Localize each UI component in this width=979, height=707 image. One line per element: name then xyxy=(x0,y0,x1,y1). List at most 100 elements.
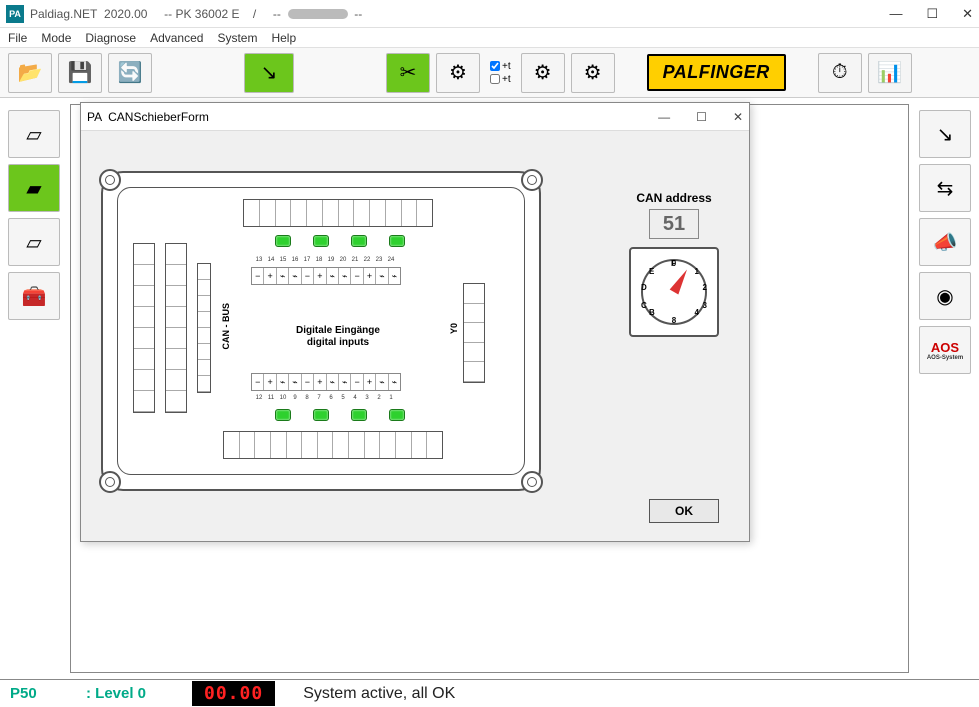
module-gray-button[interactable]: ▱ xyxy=(8,218,60,266)
close-button[interactable]: ✕ xyxy=(962,6,973,22)
config1-icon: ⚙ xyxy=(534,60,552,85)
module-green-button[interactable]: ▰ xyxy=(8,164,60,212)
bottom-symbol-row: −+⌁⌁−+⌁⌁−+⌁⌁ xyxy=(251,373,401,391)
menu-mode[interactable]: Mode xyxy=(41,31,71,45)
gear-pair-icon: ⚙ xyxy=(449,60,467,85)
left-toolbar: ▱ ▰ ▱ 🧰 xyxy=(4,110,64,320)
chart-button[interactable]: 📊 xyxy=(868,53,912,93)
status-level: : Level 0 xyxy=(86,685,176,702)
module-yellow-button[interactable]: ▱ xyxy=(8,110,60,158)
chk2-input[interactable] xyxy=(490,74,500,84)
toolbox-button[interactable]: 🧰 xyxy=(8,272,60,320)
rotary-mark: 2 xyxy=(703,283,707,292)
dialog-minimize-button[interactable]: — xyxy=(658,110,670,124)
module-gray-icon: ▱ xyxy=(26,230,41,255)
gear-pair-button[interactable]: ⚙ xyxy=(436,53,480,93)
rotary-switch[interactable]: 0 1 2 3 4 8 B C D E F xyxy=(629,247,719,337)
chk-plus-t-1[interactable]: +t xyxy=(490,61,511,72)
dialog-close-button[interactable]: ✕ xyxy=(733,110,743,124)
folder-icon: 📂 xyxy=(18,60,43,85)
config2-button[interactable]: ⚙ xyxy=(571,53,615,93)
refresh-icon: 🔄 xyxy=(118,60,143,85)
timer-button[interactable]: ⏱ xyxy=(818,53,862,93)
led-icon xyxy=(351,235,367,247)
chart-icon: 📊 xyxy=(877,60,902,85)
save-button[interactable]: 💾 xyxy=(58,53,102,93)
top-pin-labels: 131415161718192021222324 xyxy=(253,257,397,263)
bottom-connector xyxy=(223,431,443,459)
ok-button[interactable]: OK xyxy=(649,499,719,523)
horn-icon: 📣 xyxy=(933,230,958,255)
probe-button[interactable]: ↘ xyxy=(919,110,971,158)
title-sep4: -- xyxy=(354,7,362,21)
menu-system[interactable]: System xyxy=(217,31,257,45)
workspace: ▱ ▰ ▱ 🧰 ↘ ⇆ 📣 ◉ AOS AOS-System PA CANSch… xyxy=(0,98,979,679)
title-text: Paldiag.NET 2020.00 -- PK 36002 E / -- -… xyxy=(30,7,362,21)
bottom-led-row xyxy=(275,409,405,421)
refresh-button[interactable]: 🔄 xyxy=(108,53,152,93)
led-icon xyxy=(275,235,291,247)
canbus-label: CAN - BUS xyxy=(221,303,231,350)
chk-plus-t-2[interactable]: +t xyxy=(490,74,511,85)
center-label: Digitale Eingänge digital inputs xyxy=(278,325,398,349)
menu-diagnose[interactable]: Diagnose xyxy=(85,31,136,45)
app-name: Paldiag.NET xyxy=(30,7,97,21)
menu-help[interactable]: Help xyxy=(271,31,296,45)
grabber-button[interactable]: ✂ xyxy=(386,53,430,93)
rotary-mark: 1 xyxy=(695,267,699,276)
horn-button[interactable]: 📣 xyxy=(919,218,971,266)
dialog-maximize-button[interactable]: ☐ xyxy=(696,110,707,124)
window-controls: — ☐ ✕ xyxy=(889,6,973,22)
config1-button[interactable]: ⚙ xyxy=(521,53,565,93)
winch-icon: ◉ xyxy=(936,284,953,309)
aos-subtitle: AOS-System xyxy=(927,355,963,361)
aos-title: AOS xyxy=(931,340,959,355)
left-connector-inner xyxy=(165,243,187,413)
led-icon xyxy=(313,235,329,247)
open-button[interactable]: 📂 xyxy=(8,53,52,93)
crane-arm-button[interactable]: ↘ xyxy=(244,53,294,93)
status-message: System active, all OK xyxy=(303,685,455,703)
menu-file[interactable]: File xyxy=(8,31,27,45)
rotary-arrow-icon xyxy=(670,267,692,295)
rotary-mark: F xyxy=(671,259,676,268)
chk1-label: +t xyxy=(502,61,511,72)
menu-advanced[interactable]: Advanced xyxy=(150,31,203,45)
screw-hole-icon xyxy=(521,471,543,493)
top-connector xyxy=(243,199,433,227)
led-icon xyxy=(389,235,405,247)
main-titlebar: PA Paldiag.NET 2020.00 -- PK 36002 E / -… xyxy=(0,0,979,28)
title-sep: -- xyxy=(164,7,172,21)
wires-icon: ⇆ xyxy=(937,176,954,201)
module-yellow-icon: ▱ xyxy=(26,122,41,147)
main-toolbar: 📂 💾 🔄 ↘ ✂ ⚙ +t +t ⚙ ⚙ PALFINGER ⏱ 📊 xyxy=(0,48,979,98)
status-counter: 00.00 xyxy=(192,681,275,706)
rotary-mark: B xyxy=(649,308,655,317)
rotary-mark: 4 xyxy=(695,308,699,317)
minimize-button[interactable]: — xyxy=(889,6,902,22)
led-icon xyxy=(351,409,367,421)
winch-button[interactable]: ◉ xyxy=(919,272,971,320)
center-label-en: digital inputs xyxy=(278,337,398,349)
dialog-body: 131415161718192021222324 −+⌁⌁−+⌁⌁−+⌁⌁ Di… xyxy=(81,131,749,541)
can-address-panel: CAN address 51 0 1 2 3 4 8 B C D E xyxy=(629,191,719,337)
app-version: 2020.00 xyxy=(104,7,147,21)
rotary-mark: C xyxy=(641,301,647,310)
chk2-label: +t xyxy=(502,74,511,85)
crane-arm-icon: ↘ xyxy=(261,60,278,85)
rotary-mark: 8 xyxy=(672,316,676,325)
dialog-titlebar[interactable]: PA CANSchieberForm — ☐ ✕ xyxy=(81,103,749,131)
wires-button[interactable]: ⇆ xyxy=(919,164,971,212)
chk1-input[interactable] xyxy=(490,61,500,71)
time-checkboxes: +t +t xyxy=(486,59,515,87)
left-connector-outer xyxy=(133,243,155,413)
dialog-title: CANSchieberForm xyxy=(108,110,209,124)
disk-icon: 💾 xyxy=(68,60,93,85)
aos-button[interactable]: AOS AOS-System xyxy=(919,326,971,374)
statusbar: P50 : Level 0 00.00 System active, all O… xyxy=(0,679,979,707)
main-menubar: File Mode Diagnose Advanced System Help xyxy=(0,28,979,48)
brand-badge: PALFINGER xyxy=(647,54,786,91)
maximize-button[interactable]: ☐ xyxy=(926,6,938,22)
status-p50: P50 xyxy=(10,685,70,702)
pcb-board: 131415161718192021222324 −+⌁⌁−+⌁⌁−+⌁⌁ Di… xyxy=(101,171,541,491)
